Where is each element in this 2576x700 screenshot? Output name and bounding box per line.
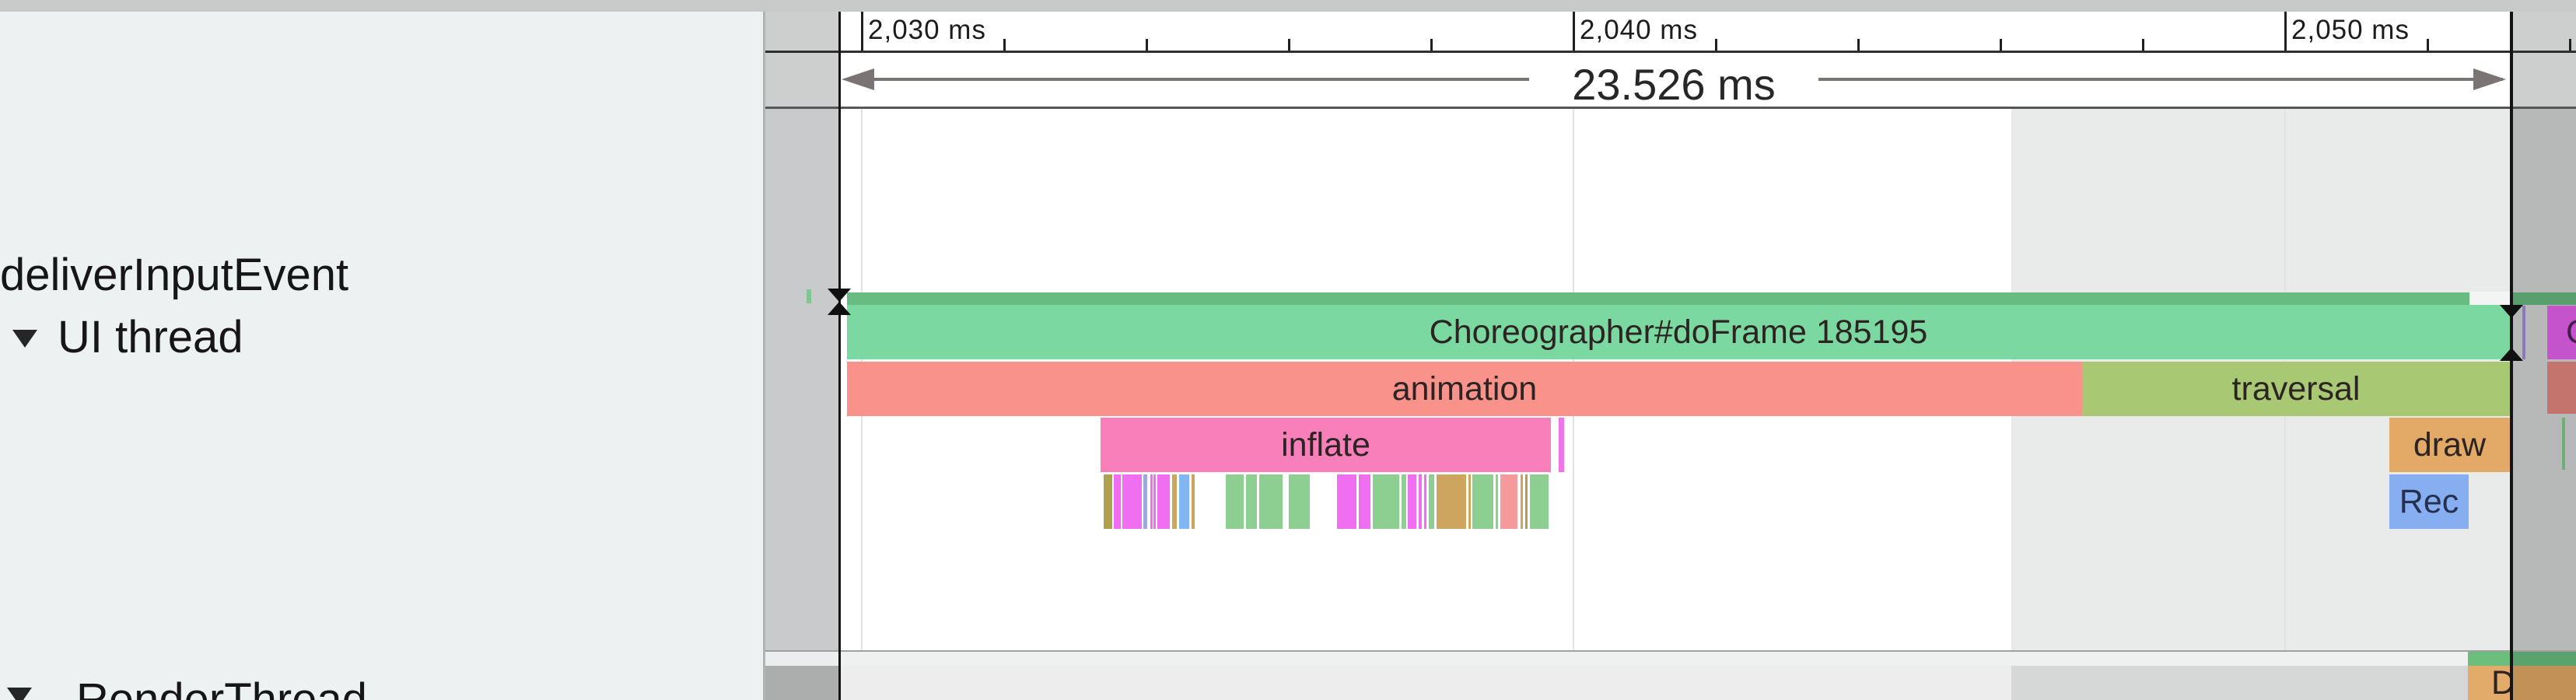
gutter-render-bottom	[765, 666, 838, 700]
trace-sliver[interactable]	[1179, 474, 1189, 529]
selection-duration-label: 23.526 ms	[1479, 59, 1868, 110]
measure-arrow-left-icon	[842, 68, 874, 90]
event-animation-label: animation	[1392, 370, 1537, 408]
event-choreographer-doframe-label: Choreographer#doFrame 185195	[1430, 313, 1928, 352]
trace-sliver[interactable]	[1429, 474, 1434, 529]
trace-sliver[interactable]	[1437, 474, 1466, 529]
event-next-animation-clipped[interactable]	[2547, 362, 2576, 414]
ruler-minor-tick	[2569, 39, 2571, 51]
event-next-frame-clipped-label: C	[2547, 313, 2576, 352]
event-draw[interactable]: draw	[2389, 418, 2510, 472]
render-track-main-lane	[841, 666, 2011, 700]
trace-sliver[interactable]	[1500, 474, 1517, 529]
ruler-minor-tick	[1003, 39, 1006, 51]
right-handle-top-icon[interactable]	[2500, 305, 2523, 318]
ruler-tick-label: 2,040 ms	[1580, 15, 1698, 46]
measure-line-right	[1818, 78, 2503, 81]
trace-sliver[interactable]	[1496, 474, 1498, 529]
trace-sliver[interactable]	[1246, 474, 1257, 529]
gutter-render-top	[765, 652, 838, 666]
event-inflate-tail-sliver[interactable]	[1559, 418, 1564, 472]
event-next-frame-clipped[interactable]: C	[2547, 306, 2576, 359]
event-rec-label: Rec	[2399, 483, 2459, 521]
event-animation[interactable]: animation	[847, 362, 2082, 416]
ruler-major-tick	[1573, 12, 1575, 51]
ruler-major-tick	[861, 12, 863, 51]
trace-sliver[interactable]	[1373, 474, 1399, 529]
left-handle-bottom-icon[interactable]	[828, 302, 851, 315]
trace-sliver[interactable]	[1408, 474, 1416, 529]
trace-sliver[interactable]	[1521, 474, 1523, 529]
measure-arrow-right-icon	[2473, 68, 2506, 90]
ruler-minor-tick	[1146, 39, 1148, 51]
event-traversal-label: traversal	[2232, 370, 2361, 408]
render-track-top-lane	[841, 652, 2510, 666]
trace-sliver[interactable]	[1157, 474, 1170, 529]
trace-sliver[interactable]	[1153, 474, 1156, 529]
trace-sliver[interactable]	[1122, 474, 1142, 529]
event-traversal[interactable]: traversal	[2082, 362, 2510, 416]
trace-sliver[interactable]	[1419, 474, 1422, 529]
trace-sliver[interactable]	[1424, 474, 1426, 529]
trace-sliver[interactable]	[1359, 474, 1370, 529]
left-handle-top-icon[interactable]	[828, 289, 851, 302]
trace-sliver[interactable]	[1150, 474, 1153, 529]
event-drawframe-dim[interactable]	[2513, 666, 2576, 700]
event-choreographer-doframe[interactable]: Choreographer#doFrame 185195	[847, 305, 2510, 359]
ruler-tick-label: 2,030 ms	[868, 15, 986, 46]
event-drawframe[interactable]: DrawF	[2468, 666, 2510, 700]
trace-sliver[interactable]	[1114, 474, 1121, 529]
ruler-right-dim	[2513, 12, 2576, 109]
trace-sliver[interactable]	[1289, 474, 1310, 529]
trace-sliver[interactable]	[1226, 474, 1244, 529]
ruler-minor-tick	[1715, 39, 1717, 51]
ui-thread-collapse-icon[interactable]	[12, 330, 37, 348]
trace-sliver[interactable]	[1172, 474, 1177, 529]
ruler-separator	[765, 51, 2576, 53]
ruler-minor-tick	[1288, 39, 1290, 51]
trace-sliver[interactable]	[1402, 474, 1406, 529]
top-bar	[0, 0, 2576, 12]
trace-sliver[interactable]	[1468, 474, 1471, 529]
gutter-chart	[765, 109, 838, 650]
renderthread-collapse-icon[interactable]	[7, 688, 32, 700]
event-inflate[interactable]: inflate	[1101, 418, 1551, 472]
selection-left-line[interactable]	[838, 12, 841, 700]
trace-sliver[interactable]	[1259, 474, 1283, 529]
sidebar-item-renderthread[interactable]: RenderThread	[76, 674, 367, 700]
trace-sliver[interactable]	[1530, 474, 1549, 529]
trace-sliver[interactable]	[1143, 474, 1147, 529]
render-track-separator	[765, 650, 2576, 652]
event-inflate-label: inflate	[1281, 426, 1370, 464]
frame-strip[interactable]	[847, 292, 2469, 305]
ruler-minor-tick	[1857, 39, 1860, 51]
ruler-major-tick	[2284, 12, 2287, 51]
ruler-minor-tick	[1430, 39, 1433, 51]
green-dash	[807, 289, 811, 303]
ruler-minor-tick	[2427, 39, 2429, 51]
event-label-deliverinputevent: deliverInputEvent	[0, 249, 348, 301]
trace-sliver[interactable]	[1472, 474, 1493, 529]
measure-line-left	[848, 78, 1529, 81]
event-draw-label: draw	[2413, 426, 2486, 464]
event-rec[interactable]: Rec	[2389, 474, 2469, 529]
trace-sliver[interactable]	[1104, 474, 1112, 529]
trace-sliver[interactable]	[1337, 474, 1356, 529]
render-track-main-lane-shaded	[2011, 666, 2510, 700]
ruler-minor-tick	[2142, 39, 2144, 51]
right-handle-bottom-icon[interactable]	[2500, 348, 2523, 361]
trace-sliver[interactable]	[1525, 474, 1528, 529]
profiler-trace-window: 2,030 ms 2,040 ms 2,050 ms Choreographer#d…	[0, 0, 2576, 700]
sidebar-item-ui-thread[interactable]: UI thread	[58, 311, 243, 363]
ruler-minor-tick	[2000, 39, 2002, 51]
frame-strip-dim[interactable]	[2513, 292, 2576, 305]
trace-sliver[interactable]	[1192, 474, 1195, 529]
green-marker	[2562, 418, 2565, 470]
ruler-tick-label: 2,050 ms	[2291, 15, 2410, 46]
gutter-ruler	[765, 12, 838, 109]
frame-strip-gap	[2469, 292, 2510, 306]
